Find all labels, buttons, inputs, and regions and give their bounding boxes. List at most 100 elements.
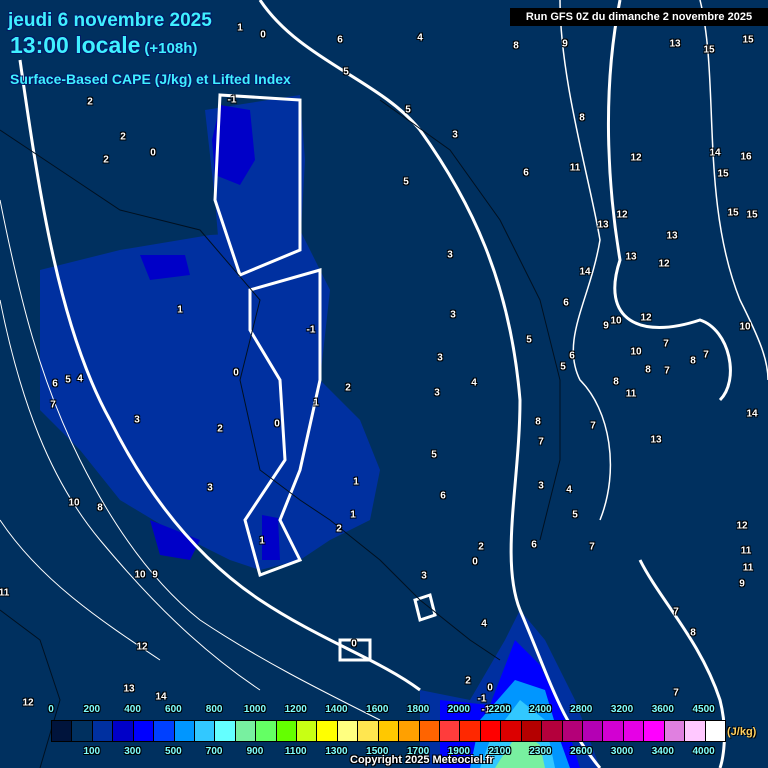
lead-time: (+108h): [144, 40, 198, 57]
contour-label: 11: [0, 587, 10, 599]
contour-label: 2: [478, 541, 484, 553]
color-swatch: [460, 721, 481, 741]
color-swatch: [133, 721, 155, 741]
legend-tick-top: 1600: [366, 704, 389, 715]
contour-label: -1: [477, 693, 487, 705]
legend-tick-bottom: 4000: [692, 746, 715, 757]
legend-tick-bottom: 1300: [325, 746, 348, 757]
contour-label: 13: [666, 230, 678, 242]
color-swatch: [562, 721, 583, 741]
legend-tick-bottom: 2600: [570, 746, 593, 757]
copyright: Copyright 2025 Meteociel.fr: [350, 754, 494, 766]
contour-label: 5: [343, 66, 349, 78]
color-swatch: [521, 721, 543, 741]
legend-tick-top: 3200: [610, 704, 634, 715]
contour-label: 3: [134, 414, 140, 426]
legend-tick-bottom: 100: [83, 746, 101, 757]
contour-label: 8: [690, 355, 696, 367]
contour-label: 12: [22, 697, 34, 709]
contour-label: 8: [645, 364, 651, 376]
legend-tick-top: 1000: [243, 704, 267, 715]
contour-label: 5: [526, 334, 532, 346]
contour-label: 8: [513, 40, 519, 52]
contour-label: 15: [742, 34, 754, 46]
contour-label: 8: [579, 112, 585, 124]
color-swatch: [685, 721, 706, 741]
contour-label: 15: [727, 207, 739, 219]
color-swatch: [72, 721, 93, 741]
contour-label: 1: [350, 509, 356, 521]
contour-label: 10: [610, 315, 622, 327]
legend-tick-bottom: 500: [165, 746, 182, 757]
legend-tick-top: 2200: [488, 704, 511, 715]
contour-label: 13: [650, 434, 662, 446]
contour-label: 8: [535, 416, 541, 428]
contour-label: 13: [669, 38, 681, 50]
contour-label: 7: [538, 436, 544, 448]
contour-label: 3: [207, 482, 213, 494]
contour-label: 6: [563, 297, 569, 309]
contour-label: 0: [274, 418, 280, 430]
contour-label: 1: [259, 535, 265, 547]
contour-label: 13: [625, 251, 637, 263]
legend-tick-top: 2400: [529, 704, 552, 715]
contour-label: 3: [447, 249, 453, 261]
color-swatch: [215, 721, 236, 741]
contour-label: 11: [740, 545, 752, 557]
legend-tick-bottom: 3000: [610, 746, 634, 757]
color-swatch: [174, 721, 195, 741]
contour-label: 0: [472, 556, 478, 568]
contour-label: 15: [703, 44, 715, 56]
contour-label: 7: [663, 338, 669, 350]
contour-label: 8: [613, 376, 619, 388]
contour-label: 6: [440, 490, 446, 502]
contour-label: 8: [690, 627, 696, 639]
contour-label: 6: [337, 34, 343, 46]
color-swatch: [644, 721, 665, 741]
contour-label: 6: [523, 167, 529, 179]
legend-tick-bottom: 3400: [651, 746, 674, 757]
contour-label: 1: [313, 397, 319, 409]
legend-tick-bottom: 700: [205, 746, 223, 757]
legend-tick-bottom: 900: [246, 746, 264, 757]
contour-label: 14: [709, 147, 721, 159]
color-swatch: [440, 721, 461, 741]
contour-label: 5: [405, 104, 411, 116]
color-swatch: [92, 721, 114, 741]
legend-tick-top: 1200: [284, 704, 307, 715]
contour-label: 13: [123, 683, 135, 695]
color-swatch: [419, 721, 441, 741]
forecast-time: 13:00 locale (+108h): [10, 32, 197, 59]
contour-label: 9: [152, 569, 158, 581]
contour-label: 5: [560, 361, 566, 373]
contour-label: 2: [336, 523, 342, 535]
contour-label: 2: [345, 382, 351, 394]
contour-label: 0: [150, 147, 156, 159]
contour-label: 3: [421, 570, 427, 582]
contour-label: 9: [562, 38, 568, 50]
contour-label: 12: [136, 641, 148, 653]
contour-label: 10: [630, 346, 642, 358]
contour-label: 14: [746, 408, 758, 420]
cape-shading: [40, 95, 600, 768]
contour-label: 3: [450, 309, 456, 321]
legend-tick-top: 1800: [406, 704, 430, 715]
color-swatch: [235, 721, 257, 741]
contour-label: 7: [703, 349, 709, 361]
contour-label: 4: [77, 373, 83, 385]
legend-tick-bottom: 2300: [529, 746, 552, 757]
contour-label: 8: [97, 502, 103, 514]
color-swatch: [501, 721, 522, 741]
color-swatch: [337, 721, 359, 741]
contour-label: 10: [739, 321, 751, 333]
contour-label: 2: [87, 96, 93, 108]
color-swatch: [582, 721, 604, 741]
contour-label: 12: [616, 209, 628, 221]
contour-label: 16: [740, 151, 752, 163]
contour-label: 9: [603, 320, 609, 332]
color-swatch: [664, 721, 686, 741]
contour-label: 4: [566, 484, 572, 496]
contour-label: 7: [589, 541, 595, 553]
contour-label: 3: [538, 480, 544, 492]
contour-label: 0: [487, 682, 493, 694]
